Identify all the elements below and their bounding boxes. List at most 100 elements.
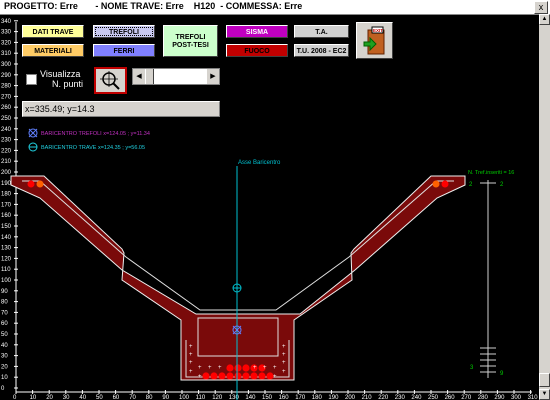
y-tick-label: 110 xyxy=(1,267,11,273)
strand xyxy=(226,372,234,380)
title-bar: PROGETTO: Erre - NOME TRAVE: Erre H120 -… xyxy=(0,0,550,15)
visualizza-label-2: N. punti xyxy=(52,79,84,89)
y-tick-label: 320 xyxy=(1,40,12,46)
x-tick-label: 160 xyxy=(279,395,290,400)
x-tick-label: 130 xyxy=(229,395,240,400)
rebar-marker: + xyxy=(208,365,212,371)
y-tick-label: 0 xyxy=(1,386,5,392)
y-tick-label: 250 xyxy=(1,116,12,122)
y-tick-label: 240 xyxy=(1,127,12,133)
x-tick-label: 70 xyxy=(129,395,136,400)
vertical-scroll-thumb[interactable] xyxy=(539,373,550,387)
strand xyxy=(432,180,440,188)
beam-section xyxy=(10,175,466,381)
strand xyxy=(36,180,44,188)
strand xyxy=(226,364,234,372)
legend-trave-text: BARICENTRO TRAVE x=124.35 ; y=56.05 xyxy=(41,145,145,151)
scroll-up-arrow-icon[interactable]: ▲ xyxy=(539,14,550,25)
x-tick-label: 170 xyxy=(295,395,306,400)
y-tick-label: 10 xyxy=(1,375,8,381)
x-axis: 0 10 20 30 40 50 60 70 80 90 100 110 120 130 140 150 160… xyxy=(13,390,538,400)
y-tick-label: 40 xyxy=(1,343,8,349)
y-axis: 3503403303203103002902802702602502402302… xyxy=(1,19,18,392)
strand xyxy=(210,372,218,380)
y-tick-label: 230 xyxy=(1,138,12,144)
strand xyxy=(234,364,242,372)
ferri-button[interactable]: FERRI xyxy=(93,44,155,57)
strand xyxy=(242,372,250,380)
scroll-left-arrow-icon[interactable]: ◀ xyxy=(133,69,145,84)
scroll-right-arrow-icon[interactable]: ▶ xyxy=(207,69,219,84)
x-tick-label: 280 xyxy=(478,395,489,400)
strand-scale-top-left: 2 xyxy=(469,182,473,188)
close-button[interactable]: x xyxy=(534,1,548,14)
rebar-marker: + xyxy=(198,374,202,380)
fuoco-button[interactable]: FUOCO xyxy=(226,44,288,57)
y-tick-label: 140 xyxy=(1,235,12,241)
exit-button[interactable]: EXIT xyxy=(356,22,393,59)
y-tick-label: 50 xyxy=(1,332,8,338)
y-tick-label: 70 xyxy=(1,310,8,316)
x-tick-label: 230 xyxy=(395,395,406,400)
ta-button[interactable]: T.A. xyxy=(294,25,349,38)
sisma-button[interactable]: SISMA xyxy=(226,25,288,38)
zoom-button[interactable] xyxy=(94,67,127,94)
tu-2008-ec2-button[interactable]: T.U. 2008 - EC2 xyxy=(294,44,349,57)
exit-sign-text: EXIT xyxy=(373,28,383,33)
y-tick-label: 80 xyxy=(1,300,8,306)
exit-door-icon: EXIT xyxy=(363,26,385,55)
x-tick-label: 260 xyxy=(445,395,456,400)
visualizza-punti-checkbox[interactable] xyxy=(26,74,37,85)
zoom-icon xyxy=(100,71,120,90)
points-scrollbar[interactable]: ◀ ▶ xyxy=(132,68,220,85)
strand xyxy=(441,180,449,188)
x-tick-label: 40 xyxy=(79,395,86,400)
strand xyxy=(250,372,258,380)
trefoli-post-tesi-label-1: TREFOLI xyxy=(175,34,206,41)
dati-trave-button[interactable]: DATI TRAVE xyxy=(22,25,84,38)
rebar-marker: + xyxy=(198,365,202,371)
x-tick-label: 190 xyxy=(328,395,339,400)
window-title: PROGETTO: Erre - NOME TRAVE: Erre H120 -… xyxy=(4,1,303,11)
trefoli-post-tesi-button[interactable]: TREFOLI POST-TESI xyxy=(163,25,218,57)
y-tick-label: 190 xyxy=(1,181,12,187)
x-tick-label: 90 xyxy=(162,395,169,400)
x-tick-label: 80 xyxy=(146,395,153,400)
x-tick-label: 240 xyxy=(411,395,422,400)
rebar-marker: + xyxy=(189,352,193,358)
x-tick-label: 210 xyxy=(362,395,373,400)
strand xyxy=(234,372,242,380)
centroid-axis-label: Asse Baricentro xyxy=(238,160,281,166)
trefoli-button[interactable]: TREFOLI xyxy=(93,25,155,38)
scroll-thumb[interactable] xyxy=(145,69,154,84)
y-tick-label: 30 xyxy=(1,354,8,360)
drawing-canvas[interactable]: 3503403303203103002902802702602502402302… xyxy=(0,14,539,400)
rebar-marker: + xyxy=(273,365,277,371)
x-tick-label: 30 xyxy=(63,395,70,400)
materiali-button[interactable]: MATERIALI xyxy=(22,44,84,57)
x-tick-label: 100 xyxy=(179,395,190,400)
y-tick-label: 280 xyxy=(1,84,12,90)
x-tick-label: 150 xyxy=(262,395,273,400)
y-tick-label: 120 xyxy=(1,256,12,262)
y-tick-label: 130 xyxy=(1,246,12,252)
application-window: PROGETTO: Erre - NOME TRAVE: Erre H120 -… xyxy=(0,0,550,400)
x-tick-label: 20 xyxy=(46,395,53,400)
scroll-down-arrow-icon[interactable]: ▼ xyxy=(539,389,550,400)
rebar-marker: + xyxy=(282,344,286,350)
strand-scale xyxy=(480,180,496,378)
y-tick-label: 260 xyxy=(1,105,12,111)
vertical-scrollbar[interactable]: ▲ ▼ xyxy=(539,14,550,400)
y-tick-label: 100 xyxy=(1,278,12,284)
strand xyxy=(218,372,226,380)
x-tick-label: 290 xyxy=(494,395,505,400)
beam-inner-outline xyxy=(22,180,454,311)
x-tick-label: 180 xyxy=(312,395,323,400)
x-tick-label: 250 xyxy=(428,395,439,400)
x-tick-label: 140 xyxy=(245,395,256,400)
rebar-marker: + xyxy=(218,365,222,371)
strand xyxy=(242,364,250,372)
x-tick-label: 60 xyxy=(113,395,120,400)
x-tick-label: 0 xyxy=(13,395,17,400)
strand-scale-bottom-right: 9 xyxy=(500,371,504,377)
